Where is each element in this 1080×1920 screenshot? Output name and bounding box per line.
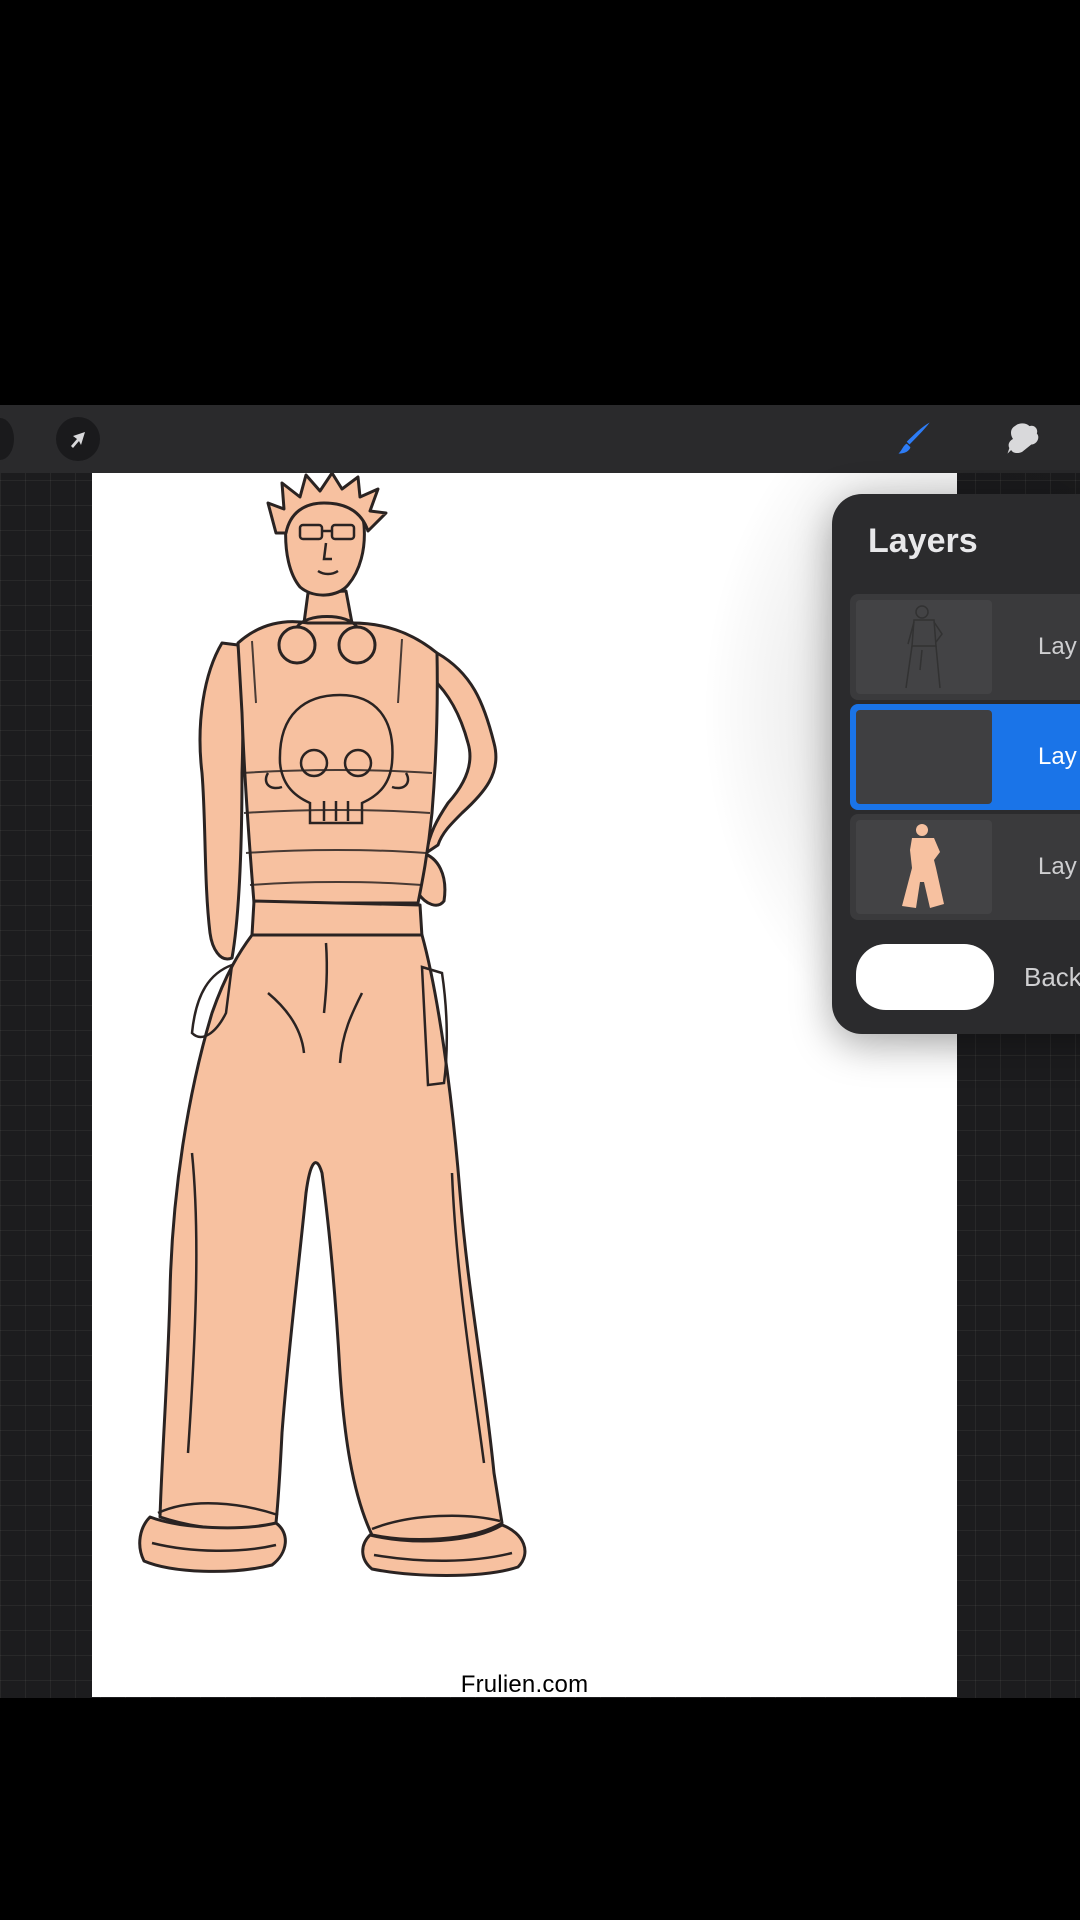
layers-panel: Layers Lay Lay Lay Back <box>832 494 1080 1034</box>
layer-row-2-selected[interactable]: Lay <box>850 704 1080 810</box>
top-letterbox <box>0 0 1080 405</box>
background-color-swatch[interactable] <box>856 944 994 1010</box>
watermark-text: Frulien.com <box>460 1671 589 1697</box>
top-toolbar <box>0 405 1080 473</box>
background-color-row[interactable]: Back <box>850 940 1080 1020</box>
empty-thumbnail <box>856 710 992 804</box>
layers-panel-title: Layers <box>868 522 978 560</box>
sketch-thumbnail <box>856 600 992 694</box>
layer-row-3[interactable]: Lay <box>850 814 1080 920</box>
color-fill-thumbnail <box>856 820 992 914</box>
selection-arrow-icon[interactable] <box>56 417 100 461</box>
layer-name: Lay <box>1038 743 1077 770</box>
partial-tool-icon[interactable] <box>0 418 14 460</box>
background-label: Back <box>1024 962 1080 992</box>
smudge-icon[interactable] <box>1002 417 1046 461</box>
bottom-letterbox <box>0 1698 1080 1920</box>
layer-row-1[interactable]: Lay <box>850 594 1080 700</box>
layer-name: Lay <box>1038 853 1077 880</box>
brush-icon[interactable] <box>893 417 937 461</box>
layer-name: Lay <box>1038 633 1077 660</box>
